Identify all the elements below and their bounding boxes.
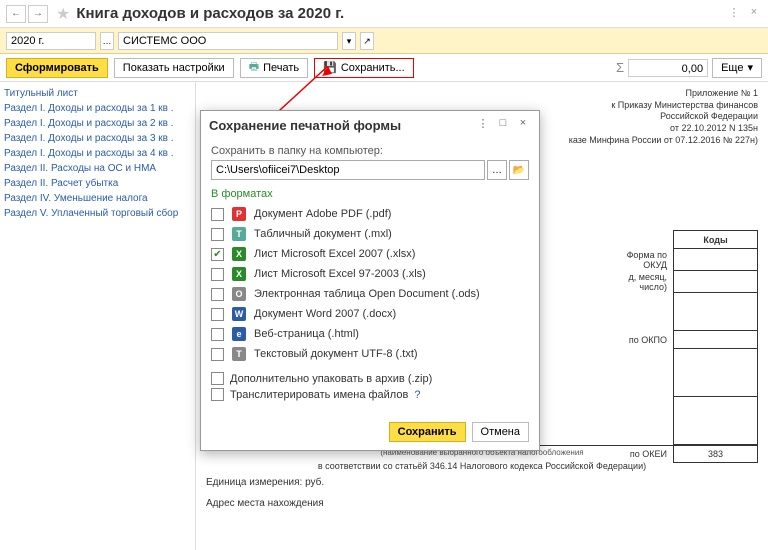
format-label: Табличный документ (.mxl) [254,228,392,240]
format-row: X Лист Microsoft Excel 97-2003 (.xls) [211,264,529,284]
menu-icon[interactable]: ⋮ [726,6,742,22]
favorite-icon[interactable]: ★ [56,4,70,24]
format-checkbox[interactable] [211,208,224,221]
path-open-button[interactable]: 📂 [509,160,529,180]
format-row: e Веб-страница (.html) [211,324,529,344]
dialog-menu-icon[interactable]: ⋮ [475,117,491,133]
format-row: P Документ Adobe PDF (.pdf) [211,204,529,224]
translit-label: Транслитерировать имена файлов [230,389,408,401]
format-row: T Текстовый документ UTF-8 (.txt) [211,344,529,364]
dialog-save-button[interactable]: Сохранить [389,422,466,442]
back-button[interactable]: ← [6,5,26,23]
more-button[interactable]: Еще ▾ [712,58,762,78]
format-label: Документ Adobe PDF (.pdf) [254,208,391,220]
sidebar-item[interactable]: Раздел I. Доходы и расходы за 4 кв . [4,146,191,161]
format-checkbox[interactable] [211,328,224,341]
path-label: Сохранить в папку на компьютер: [211,145,529,157]
toolbar: Сформировать Показать настройки 🖶Печать … [0,54,768,82]
format-label: Лист Microsoft Excel 97-2003 (.xls) [254,268,426,280]
format-icon: X [232,267,246,281]
sidebar-item[interactable]: Раздел I. Доходы и расходы за 1 кв . [4,101,191,116]
save-button[interactable]: 💾Сохранить... [314,58,414,78]
codes-table: Коды Форма по ОКУД д, месяц, число) по О… [602,230,759,463]
formats-header: В форматах [211,188,529,200]
form-button[interactable]: Сформировать [6,58,108,78]
format-row: T Табличный документ (.mxl) [211,224,529,244]
format-checkbox[interactable] [211,288,224,301]
sidebar-item[interactable]: Раздел II. Расходы на ОС и НМА [4,161,191,176]
print-icon: 🖶 [249,58,259,77]
dialog-restore-icon[interactable]: □ [495,117,511,133]
zip-checkbox[interactable] [211,372,224,385]
format-label: Электронная таблица Open Document (.ods) [254,288,480,300]
path-input[interactable] [211,160,485,180]
format-checkbox[interactable] [211,268,224,281]
sidebar-item[interactable]: Раздел I. Доходы и расходы за 3 кв . [4,131,191,146]
help-icon[interactable]: ? [414,389,420,401]
close-icon[interactable]: × [746,6,762,22]
org-open-button[interactable]: ↗ [360,32,374,50]
save-icon: 💾 [323,61,337,74]
sidebar-item[interactable]: Раздел V. Уплаченный торговый сбор [4,206,191,221]
format-checkbox[interactable]: ✔ [211,248,224,261]
path-browse-button[interactable]: … [487,160,507,180]
format-checkbox[interactable] [211,228,224,241]
forward-button[interactable]: → [28,5,48,23]
sidebar-item[interactable]: Раздел II. Расчет убытка [4,176,191,191]
settings-button[interactable]: Показать настройки [114,58,234,78]
format-row: W Документ Word 2007 (.docx) [211,304,529,324]
print-button[interactable]: 🖶Печать [240,58,308,78]
format-icon: X [232,247,246,261]
org-field[interactable]: СИСТЕМС ООО [118,32,338,50]
format-list: P Документ Adobe PDF (.pdf) T Табличный док… [211,204,529,364]
sidebar-item[interactable]: Титульный лист [4,86,191,101]
sidebar-item[interactable]: Раздел IV. Уменьшение налога [4,191,191,206]
dialog-cancel-button[interactable]: Отмена [472,422,529,442]
zip-label: Дополнительно упаковать в архив (.zip) [230,373,432,385]
year-field[interactable]: 2020 г. [6,32,96,50]
dialog-close-icon[interactable]: × [515,117,531,133]
sidebar: Титульный листРаздел I. Доходы и расходы… [0,82,195,550]
format-icon: W [232,307,246,321]
filter-bar: 2020 г. … СИСТЕМС ООО ▾ ↗ [0,28,768,54]
format-icon: T [232,227,246,241]
format-row: ✔ X Лист Microsoft Excel 2007 (.xlsx) [211,244,529,264]
format-label: Текстовый документ UTF-8 (.txt) [254,348,418,360]
format-icon: e [232,327,246,341]
format-icon: P [232,207,246,221]
format-checkbox[interactable] [211,348,224,361]
format-label: Лист Microsoft Excel 2007 (.xlsx) [254,248,415,260]
title-bar: ← → ★ Книга доходов и расходов за 2020 г… [0,0,768,28]
year-picker-button[interactable]: … [100,32,114,50]
org-dropdown-button[interactable]: ▾ [342,32,356,50]
format-icon: O [232,287,246,301]
format-label: Документ Word 2007 (.docx) [254,308,396,320]
format-icon: T [232,347,246,361]
sum-value: 0,00 [628,59,708,77]
save-dialog: Сохранение печатной формы ⋮ □ × Сохранит… [200,110,540,451]
translit-checkbox[interactable] [211,388,224,401]
page-title: Книга доходов и расходов за 2020 г. [76,5,722,22]
format-row: O Электронная таблица Open Document (.ods… [211,284,529,304]
format-checkbox[interactable] [211,308,224,321]
sidebar-item[interactable]: Раздел I. Доходы и расходы за 2 кв . [4,116,191,131]
sigma-icon: Σ [616,60,624,75]
format-label: Веб-страница (.html) [254,328,359,340]
dialog-title: Сохранение печатной формы [209,118,471,133]
